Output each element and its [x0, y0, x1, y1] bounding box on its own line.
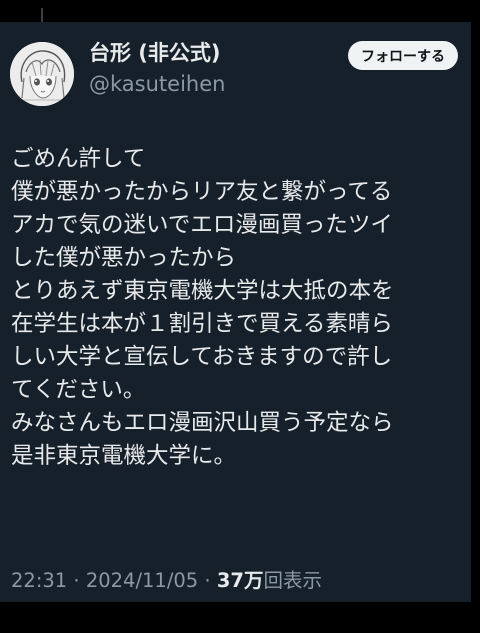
thread-connector-line: [41, 8, 43, 22]
views-count[interactable]: 37万: [217, 569, 264, 592]
right-gutter: [471, 22, 480, 602]
views-label: 回表示: [263, 569, 322, 592]
tweet-card: 台形 (非公式) @kasuteihen フォローする ごめん許して 僕が悪かっ…: [0, 22, 471, 602]
tweet-text-line: てください。: [11, 377, 146, 403]
author-display-name[interactable]: 台形 (非公式): [89, 37, 221, 67]
tweet-text: ごめん許して 僕が悪かったからリア友と繋がってる アカで気の迷いでエロ漫画買った…: [11, 143, 467, 473]
follow-button[interactable]: フォローする: [348, 41, 458, 70]
avatar-illustration-icon: [10, 42, 74, 106]
meta-separator: ·: [204, 569, 217, 592]
tweet-text-line: した僕が悪かったから: [11, 245, 237, 271]
tweet-text-line: みなさんもエロ漫画沢山買う予定なら: [11, 410, 394, 436]
tweet-text-line: とりあえず東京電機大学は大抵の本を: [11, 278, 394, 304]
avatar[interactable]: [10, 42, 74, 106]
tweet-text-line: しい大学と宣伝しておきますので許し: [11, 344, 393, 370]
author-handle[interactable]: @kasuteihen: [89, 72, 225, 96]
tweet-text-line: ごめん許して: [11, 146, 146, 172]
tweet-meta: 22:31 · 2024/11/05 · 37万回表示: [11, 564, 322, 593]
bottom-strip: [0, 602, 480, 633]
tweet-text-line: 僕が悪かったからリア友と繋がってる: [11, 179, 393, 205]
top-strip: [0, 0, 480, 22]
tweet-text-line: 在学生は本が１割引きで買える素晴ら: [11, 311, 393, 337]
tweet-text-line: 是非東京電機大学に。: [11, 443, 237, 469]
meta-separator: ·: [73, 569, 86, 592]
tweet-date[interactable]: 2024/11/05: [86, 569, 198, 592]
tweet-text-line: アカで気の迷いでエロ漫画買ったツイ: [11, 212, 393, 238]
tweet-time[interactable]: 22:31: [11, 569, 67, 592]
